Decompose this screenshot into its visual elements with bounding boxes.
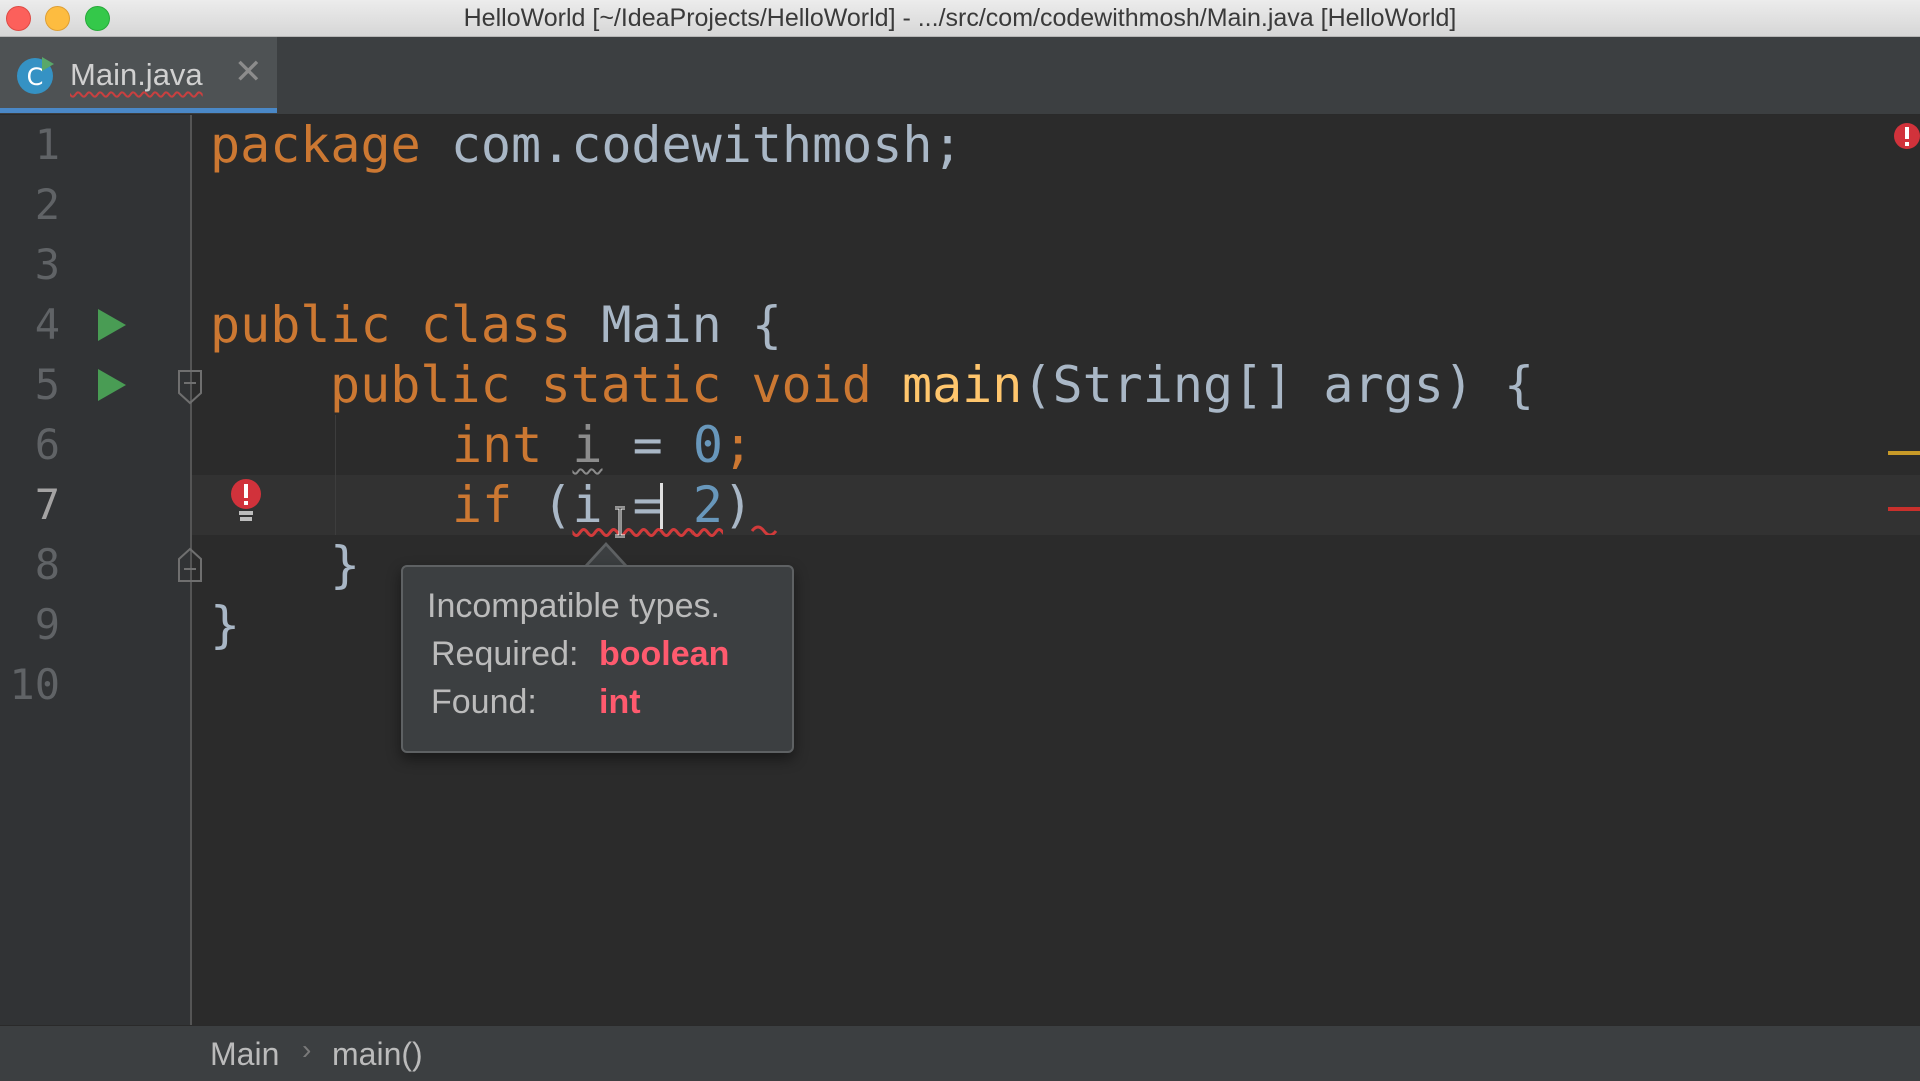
tooltip-required-label: Required:	[431, 635, 579, 673]
run-main-icon[interactable]	[96, 365, 128, 405]
keyword: package	[210, 116, 421, 174]
keyword: int	[452, 416, 543, 474]
tooltip-found-value: int	[599, 683, 641, 721]
text-caret	[660, 483, 663, 529]
code-line-1[interactable]: package com.codewithmosh;	[210, 115, 963, 175]
code-line-6[interactable]: int i = 0;	[452, 415, 753, 475]
line-number: 5	[34, 360, 60, 409]
breadcrumb-method[interactable]: main()	[332, 1036, 423, 1073]
breadcrumb: Main › main()	[0, 1025, 1920, 1081]
line-number: 2	[34, 180, 60, 229]
keyword: if	[452, 476, 513, 534]
number-literal: 0	[692, 416, 723, 474]
paren-close: )	[722, 476, 754, 534]
current-line-highlight	[0, 475, 1920, 535]
closing-brace: }	[330, 536, 361, 594]
package-name: com.codewithmosh;	[420, 116, 963, 174]
run-class-icon[interactable]	[96, 305, 128, 345]
line-number: 4	[34, 300, 60, 349]
code-line-7[interactable]: if (i = 2)	[452, 475, 753, 535]
editor-gutter[interactable]: 1 2 3 4 5 6 7 8 9 10	[0, 115, 202, 1025]
close-tab-icon[interactable]: ✕	[234, 55, 263, 89]
code-editor[interactable]: 1 2 3 4 5 6 7 8 9 10 package com.codewit…	[0, 115, 1920, 1025]
missing-statement-squiggle	[750, 525, 778, 535]
window-title: HelloWorld [~/IdeaProjects/HelloWorld] -…	[463, 4, 1457, 32]
error-status-icon[interactable]	[1893, 120, 1920, 152]
line-number: 6	[34, 420, 60, 469]
title-bar: HelloWorld [~/IdeaProjects/HelloWorld] -…	[0, 0, 1920, 37]
line-number: 9	[34, 600, 60, 649]
line-number: 8	[34, 540, 60, 589]
editor-tab-bar: C Main.java ✕	[0, 37, 1920, 115]
unfold-icon[interactable]	[177, 545, 203, 585]
method-params: (String[] args) {	[1022, 356, 1535, 414]
keyword: public static void	[330, 356, 872, 414]
error-marker[interactable]	[1888, 507, 1920, 511]
keyword: public class	[210, 296, 572, 354]
tab-main-java[interactable]: C Main.java ✕	[0, 37, 277, 113]
line-number: 3	[34, 240, 60, 289]
semicolon: ;	[722, 416, 754, 474]
operator: =	[602, 416, 693, 474]
indent-guide	[335, 415, 336, 535]
method-name: main	[871, 356, 1023, 414]
tooltip-title: Incompatible types.	[427, 587, 720, 625]
code-line-5[interactable]: public static void main(String[] args) {	[330, 355, 1534, 415]
paren-open: (	[512, 476, 573, 534]
tooltip-found-label: Found:	[431, 683, 537, 721]
line-number: 7	[34, 480, 60, 529]
java-class-icon: C	[17, 57, 54, 94]
line-number: 10	[9, 660, 60, 709]
tooltip-required-value: boolean	[599, 635, 730, 673]
error-expression: i =	[572, 476, 693, 534]
breadcrumb-class[interactable]: Main	[210, 1036, 279, 1073]
class-declaration: Main {	[571, 296, 782, 354]
closing-brace: }	[210, 596, 241, 654]
breadcrumb-separator: ›	[302, 1034, 312, 1065]
number-literal: 2	[692, 476, 723, 534]
code-line-8[interactable]: }	[330, 535, 360, 595]
warning-marker[interactable]	[1888, 451, 1920, 455]
svg-text:C: C	[27, 63, 44, 91]
fold-icon[interactable]	[177, 367, 203, 407]
tab-label: Main.java	[70, 57, 203, 92]
ibeam-cursor-icon	[615, 506, 625, 538]
code-line-9[interactable]: }	[210, 595, 240, 655]
error-tooltip: Incompatible types. Required: boolean Fo…	[401, 565, 794, 753]
unused-variable: i	[572, 416, 603, 474]
code-line-4[interactable]: public class Main {	[210, 295, 782, 355]
line-number: 1	[34, 120, 60, 169]
quick-fix-bulb-icon[interactable]	[228, 477, 264, 527]
